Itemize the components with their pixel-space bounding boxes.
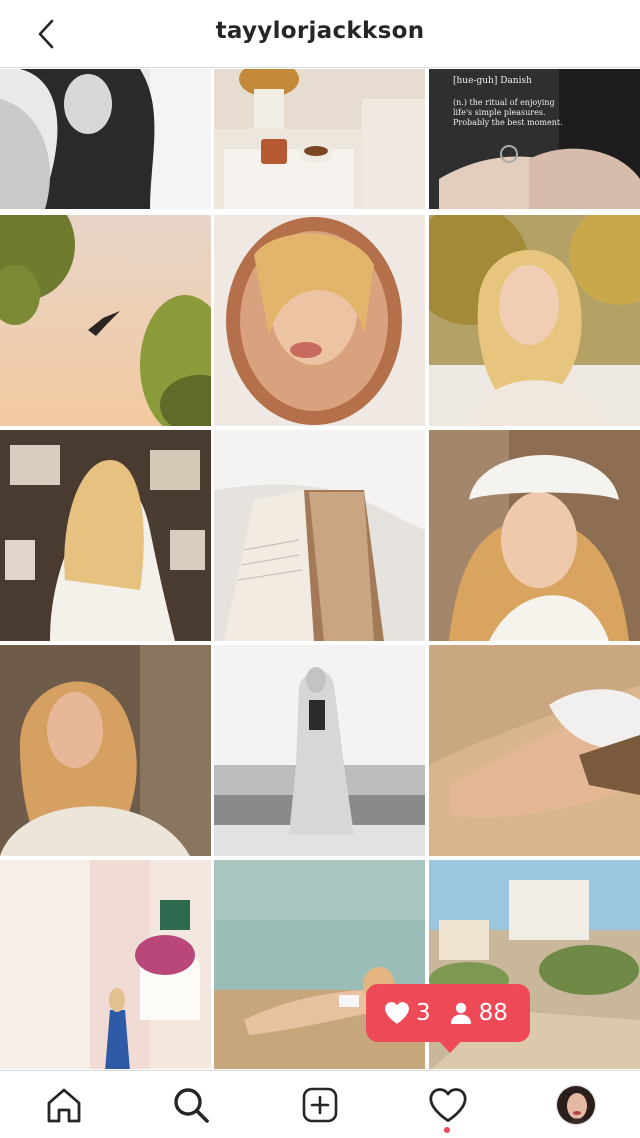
- post-thumbnail[interactable]: [0, 215, 211, 426]
- nav-search-button[interactable]: [169, 1083, 213, 1127]
- post-thumbnail[interactable]: [429, 645, 640, 856]
- profile-username: tayylorjackkson: [215, 18, 425, 44]
- post-thumbnail[interactable]: [214, 69, 425, 209]
- plus-square-icon: [302, 1087, 338, 1123]
- nav-home-button[interactable]: [42, 1083, 86, 1127]
- likes-count: 3: [416, 1000, 431, 1026]
- post-thumbnail[interactable]: [0, 645, 211, 856]
- home-icon: [47, 1088, 81, 1123]
- nav-activity-button[interactable]: [426, 1083, 470, 1127]
- svg-text:(n.) the ritual of enjoying: (n.) the ritual of enjoying: [453, 98, 555, 107]
- post-thumbnail[interactable]: [0, 860, 211, 1069]
- post-thumbnail[interactable]: [429, 215, 640, 426]
- followers-count: 88: [478, 1000, 508, 1026]
- post-thumbnail[interactable]: [214, 430, 425, 641]
- svg-text:life's simple pleasures.: life's simple pleasures.: [453, 108, 546, 117]
- post-thumbnail[interactable]: [0, 69, 211, 209]
- bottom-nav-bar: [0, 1070, 640, 1138]
- heart-icon: [385, 1002, 409, 1024]
- post-thumbnail[interactable]: [hue-guh] Danish (n.) the ritual of enjo…: [429, 69, 640, 209]
- post-thumbnail[interactable]: [0, 430, 211, 641]
- post-thumbnail[interactable]: [214, 645, 425, 856]
- posts-grid: [hue-guh] Danish (n.) the ritual of enjo…: [0, 69, 640, 1069]
- top-bar: tayylorjackkson: [0, 0, 640, 68]
- nav-profile-avatar[interactable]: [556, 1085, 596, 1125]
- svg-text:Probably the best moment.: Probably the best moment.: [453, 118, 563, 127]
- nav-new-post-button[interactable]: [298, 1083, 342, 1127]
- person-icon: [450, 1002, 471, 1024]
- heart-outline-icon: [429, 1088, 467, 1122]
- activity-notification-bubble[interactable]: 3 88: [366, 984, 530, 1053]
- activity-indicator-dot: [444, 1127, 450, 1133]
- svg-text:[hue-guh] Danish: [hue-guh] Danish: [453, 76, 532, 86]
- post-thumbnail[interactable]: [429, 430, 640, 641]
- post-thumbnail[interactable]: [214, 215, 425, 426]
- search-icon: [174, 1088, 209, 1123]
